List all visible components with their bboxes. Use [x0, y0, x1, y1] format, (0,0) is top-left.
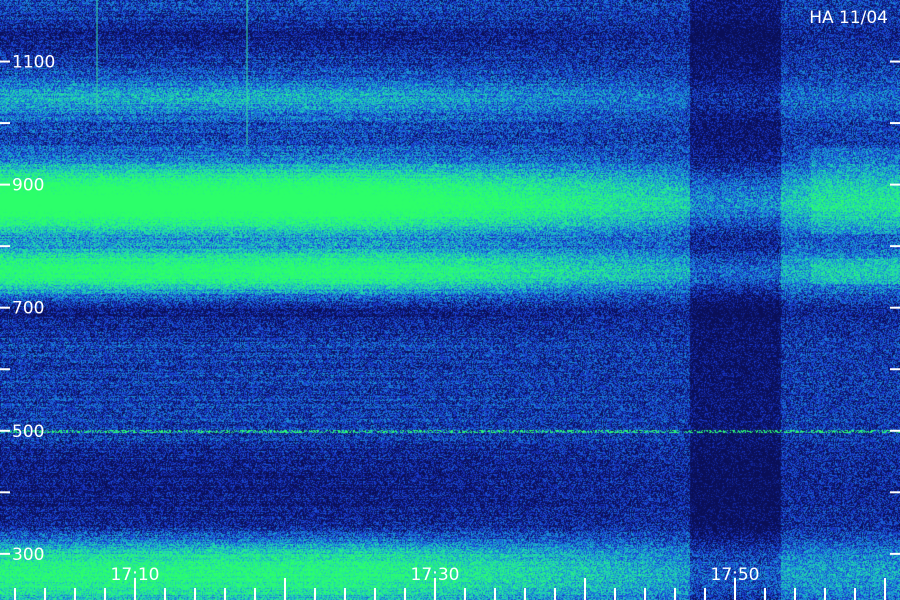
- y-axis-ticks: 1100 900 700 500 300: [0, 53, 900, 565]
- x-tick-label: 17:50: [711, 565, 760, 585]
- y-tick-label: 1100: [12, 53, 55, 73]
- x-tick-label: 17:10: [111, 565, 160, 585]
- chart-overlay: 1100 900 700 500 300 17:10 17:30 17:50 HA 11/0…: [0, 0, 900, 600]
- y-tick-label: 900: [12, 176, 44, 196]
- x-tick-label: 17:30: [411, 565, 460, 585]
- x-axis-ticks: 17:10 17:30 17:50: [14, 565, 886, 600]
- y-tick-label: 500: [12, 422, 44, 442]
- y-tick-label: 700: [12, 299, 44, 319]
- y-tick-label: 300: [12, 545, 44, 565]
- chart-title: HA 11/04: [809, 8, 888, 28]
